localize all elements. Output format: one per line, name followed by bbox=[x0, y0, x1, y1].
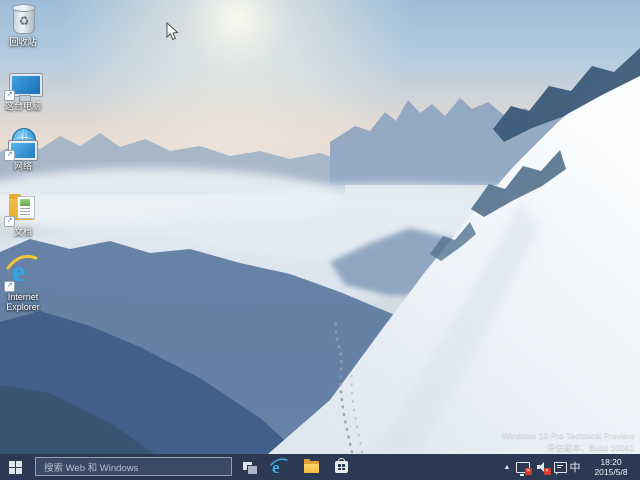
task-view-button[interactable] bbox=[236, 454, 264, 480]
clock-time: 18:20 bbox=[600, 457, 621, 467]
ie-icon: e bbox=[270, 458, 288, 476]
network-icon: ✕ bbox=[516, 462, 530, 473]
speaker-icon: ✕ bbox=[537, 462, 548, 472]
evaluation-watermark: Windows 10 Pro Technical Preview 评估副本。Bu… bbox=[502, 429, 634, 453]
desktop-icon-internet-explorer[interactable]: e ↗ Internet Explorer bbox=[0, 257, 52, 312]
desktop-icon-network[interactable]: ↗ 网络 bbox=[0, 128, 52, 171]
error-badge-icon: ✕ bbox=[525, 468, 532, 475]
ime-indicator-button[interactable]: 中 bbox=[567, 454, 583, 480]
clock-date: 2015/5/8 bbox=[594, 467, 627, 477]
wallpaper bbox=[0, 0, 640, 454]
file-explorer-button[interactable] bbox=[296, 454, 326, 480]
chevron-up-icon: ▲ bbox=[504, 464, 511, 471]
this-pc-icon: ↗ bbox=[6, 68, 40, 100]
shortcut-arrow-icon: ↗ bbox=[4, 90, 15, 101]
icon-label: 网络 bbox=[0, 161, 52, 171]
desktop-icon-recycle-bin[interactable]: ♻ 回收站 bbox=[0, 4, 52, 47]
folder-icon bbox=[304, 461, 319, 473]
mouse-cursor bbox=[166, 22, 179, 41]
recycle-bin-icon: ♻ bbox=[6, 4, 40, 36]
show-hidden-icons-button[interactable]: ▲ bbox=[500, 454, 514, 480]
wallpaper-mountains bbox=[0, 0, 640, 454]
store-button[interactable] bbox=[326, 454, 356, 480]
volume-button[interactable]: ✕ bbox=[533, 454, 551, 480]
store-bag-icon bbox=[335, 461, 348, 473]
error-badge-icon: ✕ bbox=[544, 468, 551, 475]
task-view-icon bbox=[243, 462, 257, 473]
icon-label: 文档 bbox=[0, 227, 52, 237]
taskbar: 搜索 Web 和 Windows e ▲ ✕ bbox=[0, 454, 640, 480]
network-status-button[interactable]: ✕ bbox=[514, 454, 532, 480]
icon-label: 回收站 bbox=[0, 37, 52, 47]
watermark-line2: 评估副本。Build 10041 bbox=[502, 441, 634, 453]
search-placeholder: 搜索 Web 和 Windows bbox=[44, 460, 138, 474]
internet-explorer-icon: e ↗ bbox=[6, 257, 40, 291]
desktop-icon-this-pc[interactable]: ↗ 这台电脑 bbox=[0, 68, 52, 111]
network-icon: ↗ bbox=[6, 128, 40, 160]
taskbar-search-input[interactable]: 搜索 Web 和 Windows bbox=[35, 457, 232, 476]
action-center-icon bbox=[554, 462, 567, 473]
taskbar-internet-explorer-button[interactable]: e bbox=[264, 454, 294, 480]
documents-icon: ↗ bbox=[6, 194, 40, 226]
windows-logo-icon bbox=[9, 461, 22, 474]
start-button[interactable] bbox=[0, 454, 30, 480]
watermark-line1: Windows 10 Pro Technical Preview bbox=[502, 429, 634, 441]
ime-label: 中 bbox=[570, 459, 581, 475]
icon-label: 这台电脑 bbox=[0, 101, 52, 111]
shortcut-arrow-icon: ↗ bbox=[4, 216, 15, 227]
shortcut-arrow-icon: ↗ bbox=[4, 150, 15, 161]
icon-label: Internet Explorer bbox=[0, 292, 52, 312]
clock[interactable]: 18:20 2015/5/8 bbox=[586, 454, 636, 480]
windows-desktop: ♻ 回收站 ↗ 这台电脑 ↗ 网络 ↗ 文档 bbox=[0, 0, 640, 480]
shortcut-arrow-icon: ↗ bbox=[4, 281, 15, 292]
desktop-icon-documents[interactable]: ↗ 文档 bbox=[0, 194, 52, 237]
